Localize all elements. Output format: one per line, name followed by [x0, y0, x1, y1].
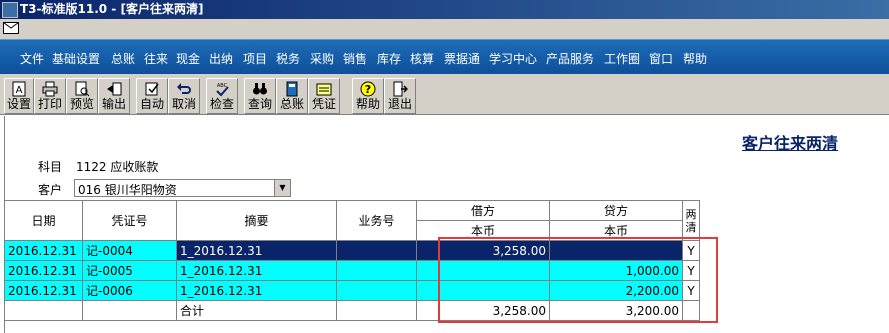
query-button[interactable]: 查询 — [244, 78, 276, 114]
header-debit: 借方 — [416, 200, 550, 221]
menu-general-ledger[interactable]: 总账 — [111, 50, 135, 67]
header-date: 日期 — [4, 200, 83, 241]
menu-window[interactable]: 窗口 — [649, 50, 673, 67]
menu-bills[interactable]: 票据通 — [444, 50, 480, 67]
cancel-label: 取消 — [171, 97, 196, 111]
mail-icon[interactable] — [3, 22, 19, 34]
app-icon — [2, 2, 18, 18]
customer-select[interactable]: 016 银川华阳物资 ▼ — [74, 179, 291, 197]
exit-label: 退出 — [387, 97, 412, 111]
query-label: 查询 — [247, 97, 272, 111]
cancel-button[interactable]: 取消 — [168, 78, 200, 114]
menu-inventory[interactable]: 库存 — [377, 50, 401, 67]
menu-workspace[interactable]: 工作圈 — [604, 50, 640, 67]
cell-voucher: 记-0004 — [82, 240, 177, 261]
menu-learning[interactable]: 学习中心 — [489, 50, 537, 67]
chevron-down-icon[interactable]: ▼ — [274, 180, 290, 196]
check-button[interactable]: ABC 检查 — [206, 78, 238, 114]
annotation-box — [438, 237, 718, 323]
ledger-label: 总账 — [279, 97, 304, 111]
cell-date — [4, 300, 83, 321]
header-business: 业务号 — [336, 200, 417, 241]
binoculars-icon — [253, 83, 267, 95]
voucher-button[interactable]: 凭证 — [308, 78, 340, 114]
header-cleared: 两清 — [682, 200, 700, 241]
help-button[interactable]: ? 帮助 — [352, 78, 384, 114]
subject-value: 1122 应收账款 — [76, 160, 159, 174]
header-summary: 摘要 — [176, 200, 337, 241]
print-button[interactable]: 打印 — [34, 78, 66, 114]
check-label: 检查 — [209, 97, 234, 111]
menu-purchase[interactable]: 采购 — [310, 50, 334, 67]
auto-label: 自动 — [139, 97, 164, 111]
cell-business — [336, 240, 417, 261]
preview-label: 预览 — [69, 97, 94, 111]
menu-file[interactable]: 文件 — [20, 50, 44, 67]
menu-cash[interactable]: 现金 — [176, 50, 200, 67]
cell-voucher — [82, 300, 177, 321]
cell-voucher: 记-0005 — [82, 260, 177, 281]
header-voucher: 凭证号 — [82, 200, 177, 241]
menu-products[interactable]: 产品服务 — [546, 50, 594, 67]
menu-help[interactable]: 帮助 — [683, 50, 707, 67]
setup-button[interactable]: A 设置 — [4, 78, 34, 114]
cell-summary: 1_2016.12.31 — [176, 260, 337, 281]
exit-icon — [393, 81, 408, 97]
preview-icon — [75, 81, 90, 97]
print-icon — [42, 81, 58, 97]
cell-summary: 1_2016.12.31 — [176, 280, 337, 301]
undo-icon — [177, 83, 191, 94]
cell-voucher: 记-0006 — [82, 280, 177, 301]
menu-accounting[interactable]: 核算 — [410, 50, 434, 67]
svg-text:A: A — [16, 85, 23, 96]
header-credit: 贷方 — [549, 200, 683, 221]
title-bar: T3-标准版11.0 - [客户往来两清] — [0, 0, 889, 19]
cell-business — [336, 280, 417, 301]
cell-date: 2016.12.31 — [4, 240, 83, 261]
menu-basic-settings[interactable]: 基础设置 — [52, 50, 100, 67]
customer-select-value: 016 银川华阳物资 — [78, 183, 177, 197]
menu-project[interactable]: 项目 — [243, 50, 267, 67]
menu-cashier[interactable]: 出纳 — [209, 50, 233, 67]
cell-date: 2016.12.31 — [4, 260, 83, 281]
total-label: 合计 — [176, 300, 337, 321]
voucher-icon — [316, 83, 332, 96]
cell-date: 2016.12.31 — [4, 280, 83, 301]
voucher-label: 凭证 — [311, 97, 336, 111]
auto-icon — [145, 82, 159, 96]
report-title: 客户往来两清 — [742, 134, 839, 153]
export-button[interactable]: 输出 — [98, 78, 130, 114]
menu-tax[interactable]: 税务 — [276, 50, 300, 67]
setup-icon: A — [12, 81, 26, 97]
check-icon: ABC — [216, 83, 229, 97]
ledger-button[interactable]: 总账 — [276, 78, 308, 114]
export-icon — [107, 82, 122, 96]
svg-text:?: ? — [365, 83, 371, 96]
help-icon: ? — [360, 81, 376, 97]
print-label: 打印 — [37, 97, 62, 111]
menu-bar: 文件 基础设置 总账 往来 现金 出纳 项目 税务 采购 销售 库存 核算 票据… — [0, 39, 889, 74]
setup-label: 设置 — [6, 97, 31, 111]
auto-button[interactable]: 自动 — [136, 78, 168, 114]
ledger-icon — [286, 81, 298, 97]
cell-summary: 1_2016.12.31 — [176, 240, 337, 261]
exit-button[interactable]: 退出 — [384, 78, 416, 114]
subject-label: 科目 — [38, 160, 63, 174]
export-label: 输出 — [101, 97, 126, 111]
cell-business — [336, 300, 417, 321]
menu-receivables[interactable]: 往来 — [144, 50, 168, 67]
system-row — [0, 19, 889, 39]
toolbar: A 设置 打印 预览 输出 自动 取消 ABC 检查 查询 总账 凭证 ? 帮助 — [0, 74, 889, 115]
customer-label: 客户 — [38, 183, 63, 197]
help-label: 帮助 — [355, 97, 380, 111]
preview-button[interactable]: 预览 — [66, 78, 98, 114]
window-title: T3-标准版11.0 - [客户往来两清] — [20, 2, 204, 16]
menu-sales[interactable]: 销售 — [343, 50, 367, 67]
cell-business — [336, 260, 417, 281]
